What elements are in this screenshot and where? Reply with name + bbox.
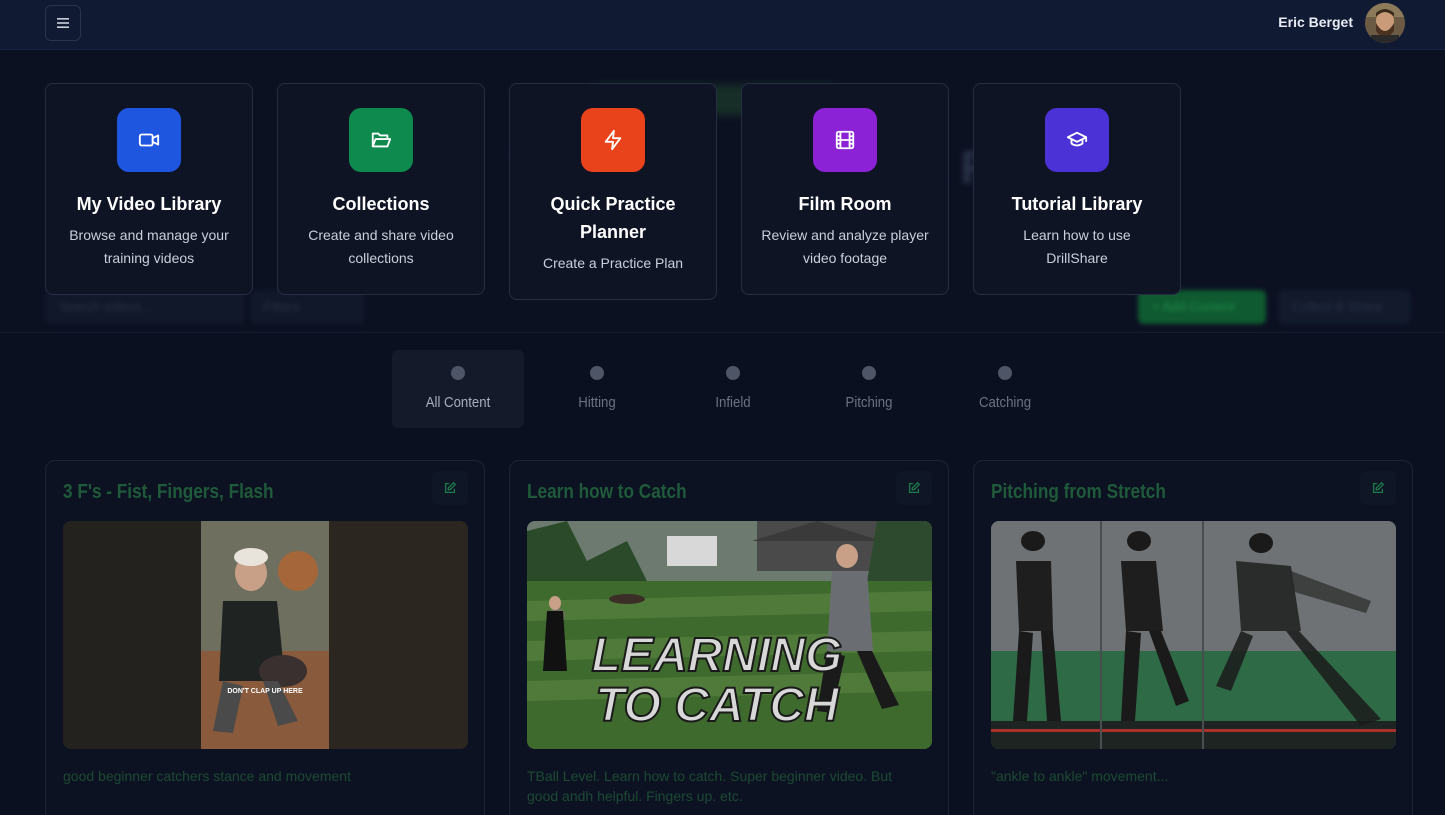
top-bar: Eric Berget [0, 0, 1445, 50]
hamburger-icon [57, 18, 69, 28]
thumbnail-caption: TO CATCH [595, 679, 840, 732]
feature-description: Review and analyze player video footage [761, 227, 929, 266]
feature-card-video-library[interactable]: My Video Library Browse and manage your … [45, 83, 253, 295]
feature-title: Tutorial Library [1011, 194, 1143, 214]
add-content-button[interactable]: + Add Content [1138, 290, 1266, 324]
feature-card-practice-planner[interactable]: Quick Practice Planner Create a Practice… [509, 83, 717, 300]
tab-pitching[interactable]: Pitching [803, 350, 935, 428]
search-input[interactable]: Search videos... [45, 290, 245, 324]
edit-button[interactable] [896, 471, 932, 505]
feature-description: Create and share video collections [308, 227, 454, 266]
feature-description: Learn how to use DrillShare [1023, 227, 1131, 266]
film-icon [813, 108, 877, 172]
video-camera-icon [117, 108, 181, 172]
tab-label: Infield [715, 394, 751, 411]
baseball-icon [726, 366, 740, 380]
tab-infield[interactable]: Infield [667, 350, 799, 428]
video-description: "ankle to ankle" movement... [991, 768, 1169, 784]
video-card[interactable]: 3 F's - Fist, Fingers, Flash DON'T CLAP … [45, 460, 485, 815]
tab-hitting[interactable]: Hitting [531, 350, 663, 428]
feature-title: Film Room [798, 194, 892, 214]
edit-icon [444, 481, 457, 494]
feature-title: Quick Practice Planner [550, 194, 676, 242]
menu-button[interactable] [45, 5, 81, 41]
edit-icon [908, 481, 921, 494]
folder-open-icon [349, 108, 413, 172]
video-thumbnail[interactable]: DON'T CLAP UP HERE [63, 521, 468, 749]
feature-card-collections[interactable]: Collections Create and share video colle… [277, 83, 485, 295]
video-description: good beginner catchers stance and moveme… [63, 768, 351, 784]
feature-title: My Video Library [76, 194, 222, 214]
edit-button[interactable] [432, 471, 468, 505]
feature-description: Create a Practice Plan [542, 255, 684, 271]
baseball-icon [451, 366, 465, 380]
video-title[interactable]: Learn how to Catch [527, 481, 687, 504]
video-description: TBall Level. Learn how to catch. Super b… [527, 768, 892, 804]
feature-card-tutorial-library[interactable]: Tutorial Library Learn how to use DrillS… [973, 83, 1181, 295]
video-thumbnail[interactable] [991, 521, 1396, 749]
tab-label: Pitching [845, 394, 893, 411]
baseball-icon [590, 366, 604, 380]
tab-label: Catching [978, 394, 1032, 411]
edit-button[interactable] [1360, 471, 1396, 505]
tab-catching[interactable]: Catching [939, 350, 1071, 428]
tab-label: All Content [425, 394, 491, 411]
graduation-cap-icon [1045, 108, 1109, 172]
thumbnail-caption: DON'T CLAP UP HERE [227, 688, 303, 695]
filters-button[interactable]: Filters [250, 290, 365, 324]
lightning-icon [581, 108, 645, 172]
edit-icon [1372, 481, 1385, 494]
feature-title: Collections [332, 194, 430, 214]
video-title[interactable]: Pitching from Stretch [991, 481, 1166, 504]
baseball-icon [998, 366, 1012, 380]
user-name[interactable]: Eric Berget [1278, 14, 1353, 30]
video-thumbnail[interactable]: LEARNING TO CATCH [527, 521, 932, 749]
tab-all-content[interactable]: All Content [392, 350, 524, 428]
video-card[interactable]: Pitching from Stretch "ankle to ankle" m… [973, 460, 1413, 815]
video-title[interactable]: 3 F's - Fist, Fingers, Flash [63, 481, 274, 504]
thumbnail-caption: LEARNING [592, 629, 843, 682]
feature-description: Browse and manage your training videos [69, 227, 229, 266]
collect-share-button[interactable]: Collect & Share [1278, 290, 1411, 324]
baseball-icon [862, 366, 876, 380]
video-card[interactable]: Learn how to Catch LEARNING TO CATCH TBa… [509, 460, 949, 815]
avatar[interactable] [1365, 3, 1405, 43]
feature-card-film-room[interactable]: Film Room Review and analyze player vide… [741, 83, 949, 295]
tab-label: Hitting [578, 394, 616, 411]
